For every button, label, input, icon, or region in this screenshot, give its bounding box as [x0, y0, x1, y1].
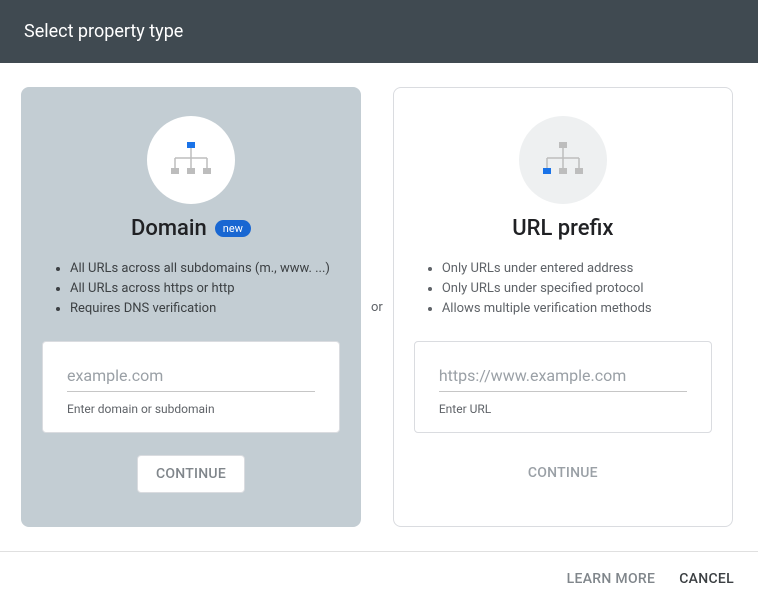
sitemap-icon: [167, 138, 215, 182]
dialog-content: Domain new All URLs across all subdomain…: [0, 63, 758, 527]
dialog-title: Select property type: [24, 21, 183, 42]
domain-input-box: Enter domain or subdomain: [42, 341, 340, 433]
url-icon-circle: [519, 116, 607, 204]
domain-input[interactable]: [67, 362, 315, 392]
url-input-hint: Enter URL: [439, 402, 687, 416]
url-prefix-card[interactable]: URL prefix Only URLs under entered addre…: [393, 87, 733, 527]
list-item: Allows multiple verification methods: [442, 299, 712, 319]
dialog-header: Select property type: [0, 0, 758, 63]
list-item: All URLs across all subdomains (m., www.…: [70, 259, 340, 279]
list-item: Only URLs under entered address: [442, 259, 712, 279]
list-item: Only URLs under specified protocol: [442, 279, 712, 299]
url-input-box: Enter URL: [414, 341, 712, 433]
domain-input-hint: Enter domain or subdomain: [67, 402, 315, 416]
new-badge: new: [215, 220, 251, 237]
dialog-footer: LEARN MORE CANCEL: [0, 551, 758, 605]
url-feature-list: Only URLs under entered address Only URL…: [414, 259, 712, 319]
cancel-button[interactable]: CANCEL: [679, 571, 734, 587]
url-continue-button[interactable]: CONTINUE: [510, 455, 616, 491]
or-separator: or: [361, 300, 393, 315]
domain-card-title: Domain: [131, 216, 207, 241]
sitemap-icon: [539, 138, 587, 182]
url-input[interactable]: [439, 362, 687, 392]
domain-card[interactable]: Domain new All URLs across all subdomain…: [21, 87, 361, 527]
learn-more-button[interactable]: LEARN MORE: [567, 571, 656, 587]
domain-title-row: Domain new: [131, 216, 251, 241]
domain-icon-circle: [147, 116, 235, 204]
url-title-row: URL prefix: [512, 216, 613, 241]
domain-feature-list: All URLs across all subdomains (m., www.…: [42, 259, 340, 319]
domain-continue-button[interactable]: CONTINUE: [137, 455, 245, 493]
list-item: Requires DNS verification: [70, 299, 340, 319]
list-item: All URLs across https or http: [70, 279, 340, 299]
url-card-title: URL prefix: [512, 216, 613, 241]
